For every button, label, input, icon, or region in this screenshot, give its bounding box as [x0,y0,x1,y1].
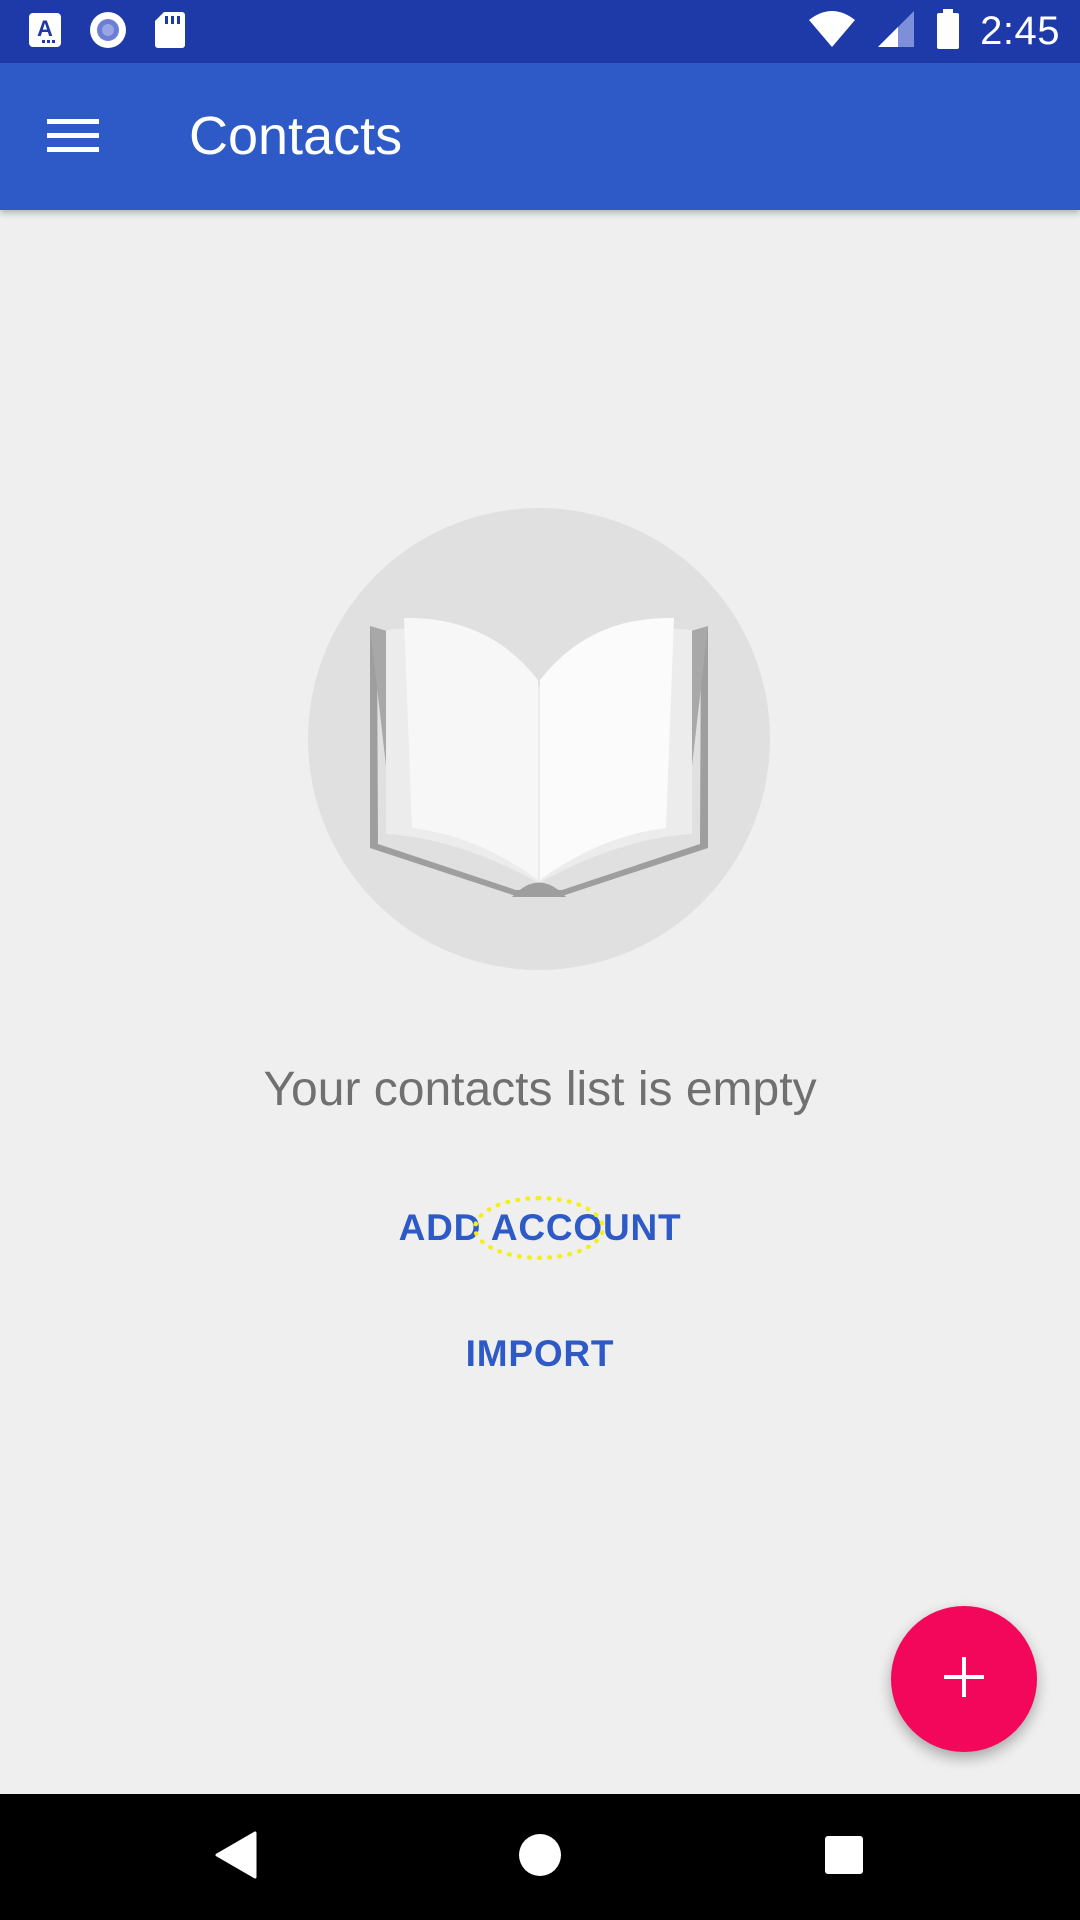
system-status-icons: 2:45 [808,0,1060,63]
home-button[interactable] [495,1812,585,1902]
back-button[interactable] [190,1812,280,1902]
plus-icon [942,1655,986,1704]
clock: 2:45 [980,9,1060,53]
notification-icons: A [28,10,186,55]
status-bar: A 2:45 [0,0,1080,63]
app-bar: Contacts [0,63,1080,210]
empty-state-message: Your contacts list is empty [263,1063,817,1116]
wifi-icon [808,10,856,53]
svg-text:A: A [37,16,53,41]
add-contact-fab[interactable] [891,1606,1037,1752]
import-button[interactable]: IMPORT [340,1314,740,1394]
add-account-button[interactable]: ADD ACCOUNT [340,1188,740,1268]
open-book-icon [370,617,708,897]
system-navigation-bar [0,1794,1080,1920]
sd-card-icon [154,11,186,54]
record-circle-icon [88,10,128,55]
font-download-icon: A [28,12,62,53]
hamburger-menu-icon [47,117,99,160]
recents-icon [824,1835,864,1880]
back-icon [213,1831,257,1884]
home-icon [518,1833,562,1882]
battery-icon [936,9,960,54]
navigation-drawer-button[interactable] [32,103,114,173]
cellular-signal-icon [876,9,916,54]
empty-state-illustration [308,508,770,970]
recents-button[interactable] [799,1812,889,1902]
page-title: Contacts [189,106,403,166]
